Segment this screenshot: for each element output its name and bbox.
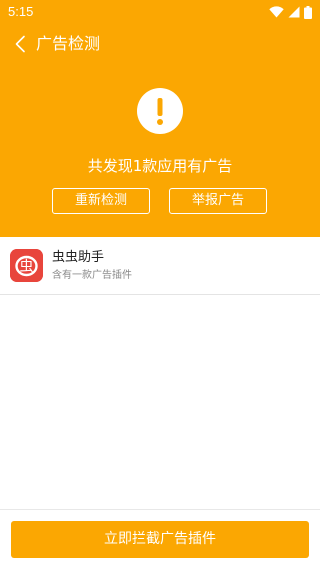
back-button[interactable] (6, 30, 34, 58)
scan-result-message: 共发现1款应用有广告 (87, 157, 233, 175)
status-icons (269, 4, 312, 20)
app-bar: 广告检测 (0, 24, 320, 64)
exclamation-circle-icon (137, 88, 183, 134)
wifi-icon (269, 6, 284, 18)
signal-icon (288, 6, 300, 18)
status-time: 5:15 (8, 4, 34, 19)
recheck-button[interactable]: 重新检测 (52, 188, 150, 214)
list-item[interactable]: 虫 虫虫助手 含有一款广告插件 (0, 237, 320, 295)
status-bar: 5:15 (0, 0, 320, 24)
scan-result-panel: 共发现1款应用有广告 重新检测 举报广告 (0, 64, 320, 237)
bottom-action-bar: 立即拦截广告插件 (0, 509, 320, 568)
battery-icon (304, 5, 312, 19)
app-name: 虫虫助手 (52, 250, 105, 265)
app-description: 含有一款广告插件 (52, 270, 132, 281)
app-icon: 虫 (10, 249, 43, 282)
report-ad-button[interactable]: 举报广告 (169, 188, 267, 214)
app-icon-glyph: 虫 (20, 259, 34, 275)
page-title: 广告检测 (36, 34, 101, 53)
block-ad-plugin-button[interactable]: 立即拦截广告插件 (11, 521, 309, 558)
detected-app-list: 虫 虫虫助手 含有一款广告插件 (0, 237, 320, 295)
chevron-left-icon (15, 35, 25, 53)
